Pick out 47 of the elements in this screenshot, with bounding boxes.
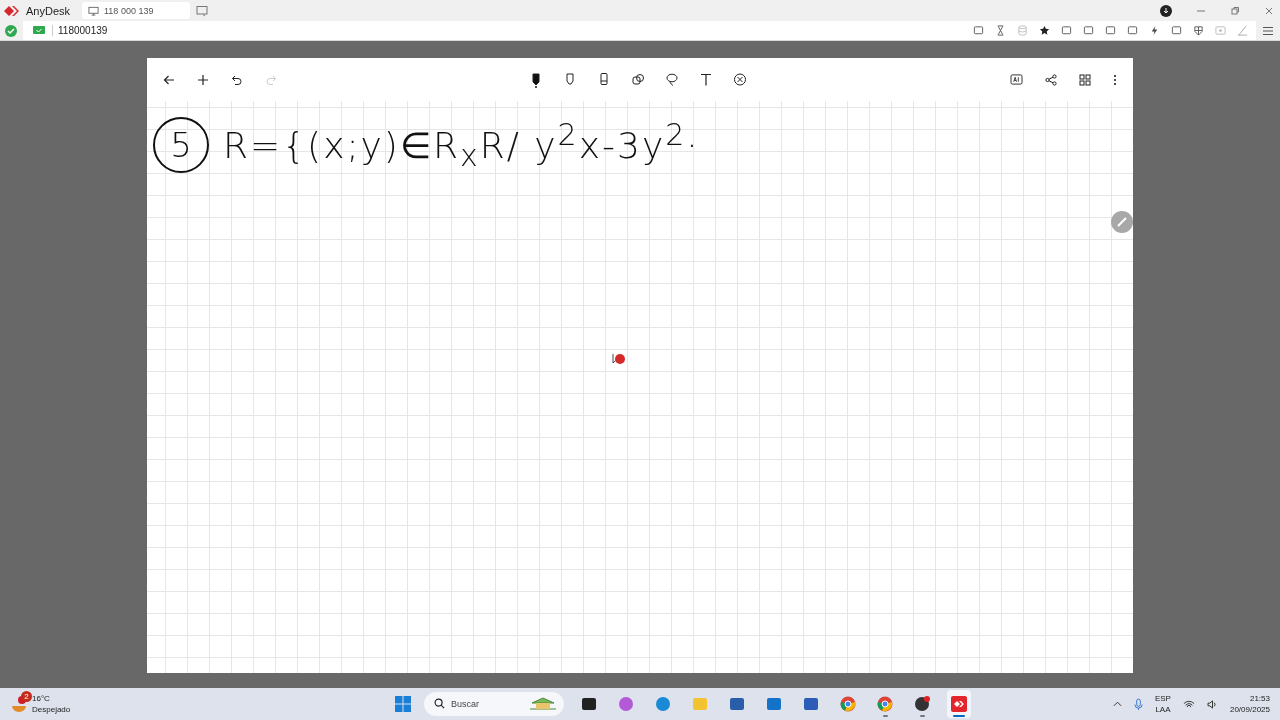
shapes-tool-icon[interactable] (631, 71, 645, 88)
pen-tool-icon[interactable] (529, 71, 543, 88)
shield-icon[interactable] (1193, 25, 1204, 36)
session-tab[interactable]: 118 000 139 (82, 2, 191, 19)
clock[interactable]: 21:53 20/09/2025 (1229, 693, 1270, 715)
more-icon[interactable] (1113, 73, 1117, 86)
weather-condition: Despejado (32, 704, 71, 715)
notification-badge: 2 (21, 691, 32, 702)
search-field[interactable]: Buscar (424, 692, 564, 716)
lasso-tool-icon[interactable] (665, 71, 679, 88)
app-title: AnyDesk (26, 4, 71, 17)
search-icon (434, 698, 445, 709)
eraser-tool-icon[interactable] (597, 71, 611, 88)
diamond-logo-icon (4, 4, 20, 17)
close-icon[interactable] (1264, 5, 1274, 16)
download-icon[interactable] (1160, 4, 1172, 17)
grid-view-icon[interactable] (1079, 73, 1091, 86)
carousel-illustration-icon (528, 697, 558, 711)
circled-number: 5 (153, 117, 209, 174)
restore-icon[interactable] (1230, 5, 1240, 16)
handwritten-formula: R={(x;y)∈R$_{x}$R/ y$^{2}$x-3y$^{2}$· (223, 117, 700, 174)
undo-icon[interactable] (231, 73, 243, 86)
speaker-icon[interactable] (1206, 699, 1218, 709)
new-tab-icon[interactable] (196, 4, 209, 17)
monitor-check-icon (33, 25, 45, 36)
start-icon[interactable] (395, 696, 411, 712)
wifi-icon[interactable] (1182, 699, 1195, 709)
pointer-icon (612, 353, 626, 365)
star-icon[interactable] (1039, 25, 1050, 36)
back-arrow-icon[interactable] (163, 73, 175, 86)
address-field[interactable]: 118000139 (23, 21, 1256, 40)
chevron-up-icon[interactable] (1112, 701, 1122, 707)
monitor-icon (88, 5, 100, 16)
language-indicator[interactable]: ESP LAA (1154, 693, 1171, 715)
marker-tool-icon[interactable] (563, 71, 577, 88)
anydesk-app-icon[interactable] (947, 690, 971, 718)
temperature: 16°C (32, 693, 51, 704)
ai-icon[interactable] (1010, 74, 1023, 85)
microphone-icon[interactable] (1133, 697, 1143, 711)
add-icon[interactable] (197, 73, 209, 86)
check-circle-icon (5, 24, 17, 37)
lightning-icon[interactable] (1149, 25, 1160, 36)
grid-canvas[interactable]: 5 R={(x;y)∈R$_{x}$R/ y$^{2}$x-3y$^{2}$· (147, 101, 1133, 673)
text-tool-icon[interactable] (699, 71, 713, 88)
hourglass-icon[interactable] (995, 25, 1006, 36)
menu-icon[interactable] (1262, 24, 1274, 37)
share-icon[interactable] (1045, 73, 1057, 86)
